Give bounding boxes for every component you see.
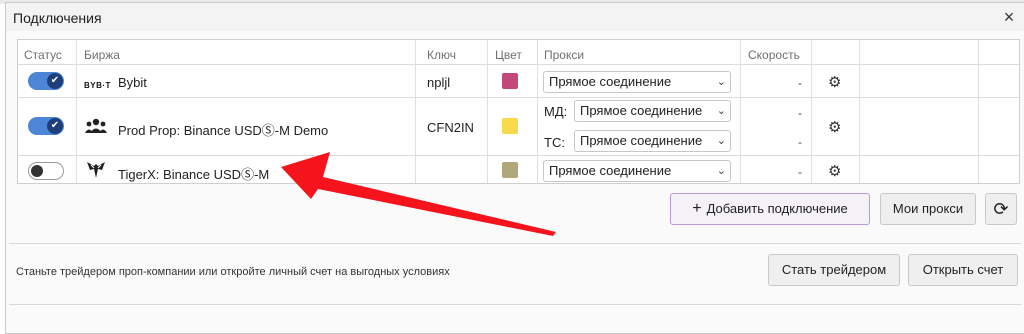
connections-dialog: Подключения × Статус Биржа Ключ Цвет Про… xyxy=(5,2,1024,334)
chevron-down-icon: ⌄ xyxy=(716,105,726,117)
exchange-name-tigerx: TigerX: Binance USDⓈ-M xyxy=(118,167,270,182)
exchange-name-prodprop: Prod Prop: Binance USDⓈ-M Demo xyxy=(118,123,329,138)
gear-icon[interactable]: ⚙ xyxy=(828,73,841,91)
chevron-down-icon: ⌄ xyxy=(716,135,726,147)
color-swatch-bybit[interactable] xyxy=(502,73,518,89)
refresh-icon[interactable]: ⟳ xyxy=(985,193,1017,225)
connections-table: Статус Биржа Ключ Цвет Прокси Скорость ✔… xyxy=(17,39,1020,184)
color-swatch-prodprop[interactable] xyxy=(502,118,518,134)
proxy-select-tc[interactable]: Прямое соединение ⌄ xyxy=(574,130,731,152)
proxy-tc-label: ТС: xyxy=(544,135,565,150)
proxy-md-label: МД: xyxy=(544,104,568,119)
plus-icon: + xyxy=(692,200,702,217)
proxy-select-md[interactable]: Прямое соединение ⌄ xyxy=(574,100,731,122)
dialog-title: Подключения xyxy=(13,10,102,26)
header-proxy[interactable]: Прокси xyxy=(544,48,584,62)
dialog-titlebar: Подключения × xyxy=(6,3,1024,31)
checkmark-icon: ✔ xyxy=(47,118,63,134)
proxy-select-tigerx[interactable]: Прямое соединение ⌄ xyxy=(543,160,731,182)
gear-icon[interactable]: ⚙ xyxy=(828,118,841,136)
speed-md: - xyxy=(798,106,802,120)
key-prodprop: CFN2IN xyxy=(427,120,474,135)
key-bybit: npljl xyxy=(427,75,451,90)
bybit-logo: BYB·T xyxy=(84,81,111,90)
header-key[interactable]: Ключ xyxy=(427,48,456,62)
chevron-down-icon: ⌄ xyxy=(716,165,726,177)
exchange-name-bybit: Bybit xyxy=(118,75,147,90)
header-exchange[interactable]: Биржа xyxy=(84,48,120,62)
add-connection-button[interactable]: + Добавить подключение xyxy=(670,193,870,225)
checkmark-icon: ✔ xyxy=(47,73,63,89)
my-proxies-button[interactable]: Мои прокси xyxy=(880,193,976,225)
chevron-down-icon: ⌄ xyxy=(716,76,726,88)
header-speed[interactable]: Скорость xyxy=(748,48,800,62)
divider xyxy=(9,243,1021,244)
status-toggle-tigerx[interactable] xyxy=(28,162,64,180)
speed-tc: - xyxy=(798,135,802,149)
people-icon xyxy=(85,118,107,133)
color-swatch-tigerx[interactable] xyxy=(502,162,518,178)
become-trader-button[interactable]: Стать трейдером xyxy=(768,254,900,286)
header-color[interactable]: Цвет xyxy=(495,48,522,62)
speed-tigerx: - xyxy=(798,165,802,179)
close-button[interactable]: × xyxy=(998,6,1020,28)
status-toggle-bybit[interactable]: ✔ xyxy=(28,72,64,90)
divider xyxy=(9,304,1021,305)
speed-bybit: - xyxy=(798,76,802,90)
header-status[interactable]: Статус xyxy=(24,48,62,62)
proxy-select-bybit[interactable]: Прямое соединение ⌄ xyxy=(543,71,731,93)
promo-text: Станьте трейдером проп-компании или откр… xyxy=(16,266,450,278)
status-toggle-prodprop[interactable]: ✔ xyxy=(28,117,64,135)
open-account-button[interactable]: Открыть счет xyxy=(908,254,1018,286)
gear-icon[interactable]: ⚙ xyxy=(828,162,841,180)
tiger-logo-icon xyxy=(87,162,105,178)
